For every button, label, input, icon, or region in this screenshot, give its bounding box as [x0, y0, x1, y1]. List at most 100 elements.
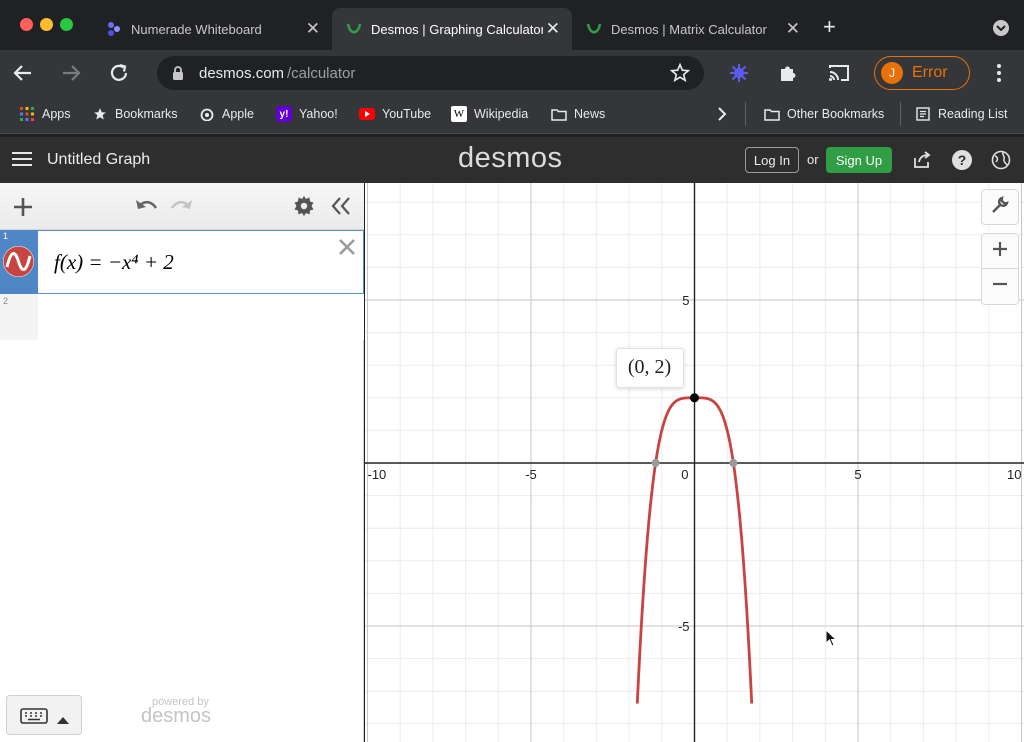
y-tick-label: -5 [678, 619, 690, 634]
reload-icon[interactable] [108, 62, 130, 89]
chevron-right-icon[interactable] [717, 107, 727, 126]
close-tab-icon[interactable]: ✕ [546, 19, 560, 39]
close-tab-icon[interactable]: ✕ [306, 19, 320, 39]
powered-desmos-logo: desmos [141, 705, 212, 727]
bookmark-youtube[interactable]: YouTube [359, 106, 431, 122]
lock-icon[interactable] [171, 65, 185, 86]
extensions-puzzle-icon[interactable] [777, 62, 799, 89]
expression-row[interactable]: 2 [0, 294, 364, 340]
folder-icon [764, 106, 780, 122]
tab-search-icon[interactable] [993, 20, 1009, 36]
zoom-in-button[interactable] [981, 233, 1019, 269]
bookmark-label: YouTube [382, 107, 432, 121]
share-icon[interactable] [912, 150, 932, 175]
forward-icon[interactable] [60, 62, 82, 89]
graph-paper[interactable]: -10 -5 0 5 10 5 -5 (0, 2) [365, 183, 1024, 742]
bookmark-label: Bookmarks [115, 107, 178, 121]
login-button[interactable]: Log In [745, 147, 799, 173]
bookmark-yahoo[interactable]: y! Yahoo! [276, 106, 338, 122]
bookmark-label: Apps [42, 107, 71, 121]
maximize-window-button[interactable] [60, 18, 73, 31]
tab-desmos-matrix[interactable]: Desmos | Matrix Calculator ✕ [572, 8, 812, 50]
bookmark-label: Reading List [938, 107, 1008, 121]
help-icon[interactable]: ? [952, 150, 972, 170]
expression-input[interactable]: f(x) = −x⁴ + 2 [54, 250, 174, 275]
x-tick-label: -5 [525, 467, 537, 482]
graph-settings-button[interactable] [981, 189, 1019, 225]
expression-index: 1 [3, 231, 9, 241]
mouse-cursor-icon [825, 628, 838, 652]
delete-expression-icon[interactable] [337, 237, 357, 262]
back-icon[interactable] [12, 62, 34, 89]
graph-title[interactable]: Untitled Graph [47, 151, 150, 169]
browser-toolbar: desmos.com /calculator J Error [0, 50, 1024, 96]
expression-tab: 2 [0, 294, 38, 340]
new-tab-button[interactable]: + [823, 14, 836, 40]
keypad-toggle-button[interactable] [6, 695, 82, 735]
globe-icon[interactable] [991, 150, 1011, 175]
close-window-button[interactable] [20, 18, 33, 31]
intercept-point[interactable] [690, 393, 699, 403]
caret-up-icon [57, 711, 69, 729]
bookmark-label: News [574, 107, 606, 121]
browser-tab-bar: Numerade Whiteboard ✕ Desmos | Graphing … [0, 0, 1024, 50]
tab-numerade[interactable]: Numerade Whiteboard ✕ [92, 8, 332, 50]
star-icon [92, 106, 108, 122]
root-point[interactable] [729, 459, 738, 467]
expression-toolbar [0, 183, 364, 230]
expression-index: 2 [3, 296, 9, 306]
keyboard-icon [20, 708, 48, 729]
root-point[interactable] [651, 459, 660, 467]
expression-row[interactable]: 1 f(x) = −x⁴ + 2 [0, 230, 364, 294]
tab-label: Numerade Whiteboard [131, 21, 262, 37]
url-host: desmos.com [199, 65, 285, 82]
wrench-icon [991, 195, 1009, 219]
bookmark-other[interactable]: Other Bookmarks [764, 106, 884, 122]
point-coordinate-label[interactable]: (0, 2) [615, 347, 684, 388]
redo-icon[interactable] [170, 197, 194, 220]
bookmark-label: Other Bookmarks [787, 107, 885, 121]
collapse-panel-icon[interactable] [331, 197, 351, 220]
reading-list-button[interactable]: Reading List [915, 106, 1008, 122]
x-tick-label: 5 [854, 467, 861, 482]
minimize-window-button[interactable] [40, 18, 53, 31]
add-expression-button[interactable] [13, 197, 33, 222]
y-tick-label: 5 [682, 293, 689, 308]
signup-button[interactable]: Sign Up [826, 147, 892, 173]
address-bar[interactable]: desmos.com /calculator [157, 56, 704, 90]
extension-icon[interactable] [729, 63, 749, 88]
bookmark-news[interactable]: News [551, 106, 605, 122]
wikipedia-icon: W [451, 106, 467, 122]
graph-canvas[interactable]: -10 -5 0 5 10 5 -5 [365, 183, 1024, 742]
tab-desmos-graphing[interactable]: Desmos | Graphing Calculator ✕ [332, 8, 572, 50]
profile-status-label: Error [912, 64, 948, 81]
bookmark-bookmarks[interactable]: Bookmarks [92, 106, 178, 122]
bookmark-star-icon[interactable] [669, 62, 691, 89]
bookmarks-divider [745, 102, 746, 126]
minus-icon [993, 277, 1007, 296]
undo-icon[interactable] [134, 197, 158, 220]
numerade-icon [106, 21, 122, 37]
zoom-out-button[interactable] [981, 269, 1019, 305]
apps-grid-icon [19, 106, 35, 122]
expression-tab[interactable]: 1 [0, 230, 38, 294]
x-tick-label: -10 [368, 467, 387, 482]
hamburger-menu-icon[interactable] [12, 151, 32, 172]
desmos-header: Untitled Graph desmos Log In or Sign Up … [0, 137, 1024, 183]
tab-label: Desmos | Graphing Calculator [371, 21, 543, 37]
avatar: J [881, 62, 903, 84]
bookmark-apple[interactable]: Apple [199, 106, 254, 122]
bookmark-wikipedia[interactable]: W Wikipedia [451, 106, 528, 122]
curve-color-icon[interactable] [3, 246, 34, 277]
expression-panel: 1 f(x) = −x⁴ + 2 2 powered by desmos [0, 183, 364, 742]
reading-list-icon [915, 106, 931, 122]
kebab-menu-icon[interactable] [996, 62, 1002, 89]
bookmark-label: Wikipedia [474, 107, 529, 121]
settings-gear-icon[interactable] [294, 196, 314, 221]
profile-error-button[interactable]: J Error [874, 56, 970, 90]
bookmark-apps[interactable]: Apps [19, 106, 71, 122]
close-tab-icon[interactable]: ✕ [786, 19, 800, 39]
desmos-logo: desmos [458, 142, 563, 174]
cast-icon[interactable] [827, 62, 851, 89]
bookmark-label: Yahoo! [299, 107, 338, 121]
